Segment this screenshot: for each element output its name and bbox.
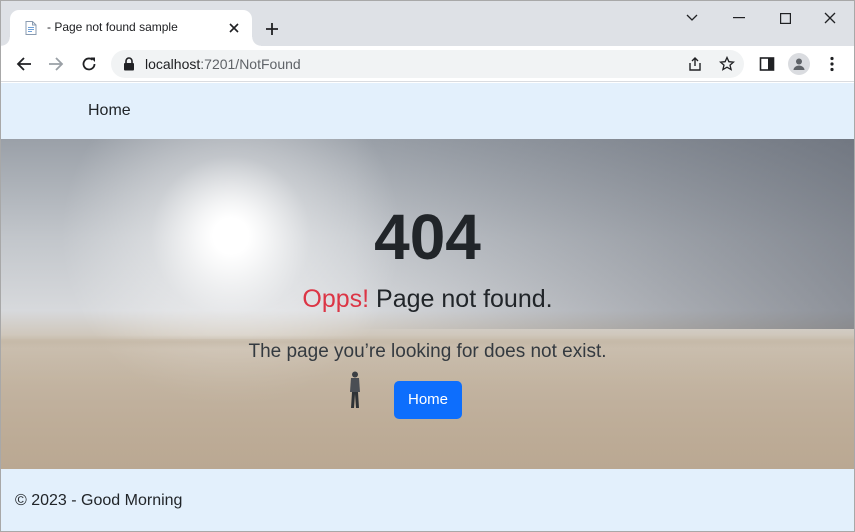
hero-banner: 404 Opps! Page not found. The page you’r… <box>1 139 854 469</box>
error-title-rest: Page not found. <box>369 285 553 313</box>
address-bar[interactable]: localhost:7201/NotFound <box>111 50 744 78</box>
side-panel-icon[interactable] <box>755 52 779 76</box>
star-icon[interactable] <box>717 54 737 74</box>
browser-tab[interactable]: - Page not found sample <box>1 10 261 46</box>
error-title: Opps! Page not found. <box>1 283 854 315</box>
close-tab-icon[interactable] <box>226 20 242 36</box>
arrow-right-icon[interactable] <box>44 52 68 76</box>
error-code: 404 <box>374 201 481 273</box>
maximize-icon[interactable] <box>773 6 797 30</box>
error-description: The page you’re looking for does not exi… <box>248 341 607 362</box>
url-path: :7201/NotFound <box>200 56 301 72</box>
new-tab-icon[interactable] <box>263 20 281 38</box>
share-icon[interactable] <box>685 54 705 74</box>
site-footer: © 2023 - Good Morning <box>1 469 854 531</box>
page-viewport: Home 404 Opps! Page not found. The page … <box>1 83 854 531</box>
footer-copyright: © 2023 - Good Morning <box>15 492 183 509</box>
chevron-down-icon[interactable] <box>680 6 704 30</box>
url-text: localhost:7201/NotFound <box>145 56 301 72</box>
nav-link-home[interactable]: Home <box>88 102 131 120</box>
tab-title: - Page not found sample <box>47 20 178 34</box>
home-button[interactable]: Home <box>394 381 462 419</box>
close-window-icon[interactable] <box>818 6 842 30</box>
tab-strip: - Page not found sample <box>1 1 854 46</box>
browser-window: - Page not found sample localhost:7201/N… <box>0 0 855 532</box>
lock-icon[interactable] <box>123 57 135 71</box>
error-title-highlight: Opps! <box>302 285 370 313</box>
arrow-left-icon[interactable] <box>12 52 36 76</box>
avatar <box>788 53 810 75</box>
url-host: localhost <box>145 56 201 72</box>
minimize-icon[interactable] <box>727 6 751 30</box>
reload-icon[interactable] <box>77 52 101 76</box>
profile-icon[interactable] <box>787 52 811 76</box>
browser-toolbar: localhost:7201/NotFound <box>1 46 854 82</box>
error-message-block: 404 Opps! Page not found. The page you’r… <box>1 139 854 469</box>
kebab-menu-icon[interactable] <box>820 52 844 76</box>
document-icon <box>23 20 39 36</box>
site-navbar: Home <box>1 83 854 139</box>
